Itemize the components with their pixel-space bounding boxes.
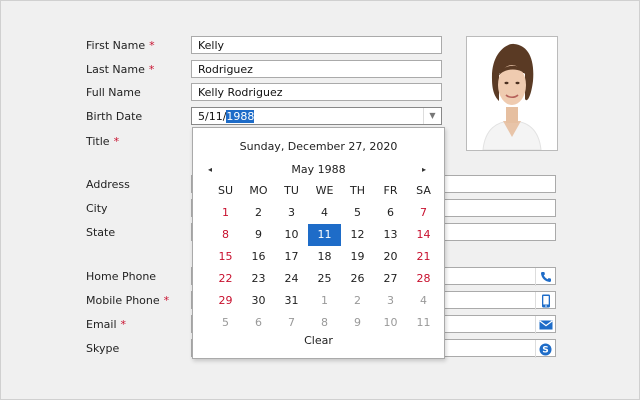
- envelope-icon[interactable]: [535, 316, 555, 334]
- home-phone-label: Home Phone: [86, 270, 157, 283]
- birth-date-selection: 1988: [226, 110, 255, 123]
- phone-icon[interactable]: [535, 268, 555, 286]
- weekday-header: FR: [383, 184, 398, 197]
- calendar-day[interactable]: 13: [374, 224, 407, 246]
- calendar-day[interactable]: 9: [242, 224, 275, 246]
- calendar-day[interactable]: 6: [374, 202, 407, 224]
- calendar-day[interactable]: 23: [242, 268, 275, 290]
- calendar-week-row: 5 6 7 8 9 10 11: [209, 312, 440, 334]
- title-label: Title *: [86, 135, 120, 148]
- calendar-day-other-month[interactable]: 3: [374, 290, 407, 312]
- calendar-day-selected[interactable]: 11: [308, 224, 341, 246]
- calendar-day[interactable]: 5: [341, 202, 374, 224]
- calendar-day[interactable]: 10: [275, 224, 308, 246]
- next-month-icon[interactable]: ▸: [422, 162, 426, 178]
- calendar-day[interactable]: 18: [308, 246, 341, 268]
- email-label: Email *: [86, 318, 127, 331]
- calendar-day[interactable]: 27: [374, 268, 407, 290]
- calendar-week-row: 1234567: [209, 202, 440, 224]
- calendar-day[interactable]: 22: [209, 268, 242, 290]
- calendar-day[interactable]: 15: [209, 246, 242, 268]
- weekday-header: TH: [350, 184, 365, 197]
- calendar-day[interactable]: 7: [407, 202, 440, 224]
- calendar-day[interactable]: 2: [242, 202, 275, 224]
- calendar-day-other-month[interactable]: 2: [341, 290, 374, 312]
- svg-text:S: S: [542, 345, 548, 355]
- calendar-grid: SU MO TU WE TH FR SA 1 2 3 4 5 6 7 8 9 10 11 12 13 14 15 16 17 1…: [209, 180, 440, 334]
- chevron-down-icon: ▼: [429, 111, 436, 120]
- calendar-week-row: 15 16 17 18 19 20 21: [209, 246, 440, 268]
- month-navigation: ◂ May 1988 ▸: [193, 162, 444, 178]
- calendar-day[interactable]: 25: [308, 268, 341, 290]
- calendar-day-other-month[interactable]: 9: [341, 312, 374, 334]
- date-picker-popup[interactable]: Sunday, December 27, 2020 ◂ May 1988 ▸ S…: [192, 127, 445, 359]
- today-date-button[interactable]: Sunday, December 27, 2020: [193, 140, 444, 153]
- calendar-day[interactable]: 14: [407, 224, 440, 246]
- calendar-day[interactable]: 28: [407, 268, 440, 290]
- calendar-day[interactable]: 8: [209, 224, 242, 246]
- calendar-day[interactable]: 20: [374, 246, 407, 268]
- calendar-day-other-month[interactable]: 8: [308, 312, 341, 334]
- calendar-day[interactable]: 12: [341, 224, 374, 246]
- calendar-day-other-month[interactable]: 1: [308, 290, 341, 312]
- birth-date-input[interactable]: 5/11/1988 ▼: [191, 107, 442, 125]
- skype-label: Skype: [86, 342, 120, 355]
- calendar-day-other-month[interactable]: 6: [242, 312, 275, 334]
- weekday-header: SU: [217, 184, 234, 197]
- weekday-header-row: SU MO TU WE TH FR SA: [209, 180, 440, 202]
- form-panel: First Name * Last Name * Full Name Birth D…: [0, 0, 640, 400]
- last-name-label: Last Name *: [86, 63, 155, 76]
- calendar-day[interactable]: 31: [275, 290, 308, 312]
- first-name-label: First Name *: [86, 39, 155, 52]
- calendar-day[interactable]: 29: [209, 290, 242, 312]
- full-name-label: Full Name: [86, 86, 141, 99]
- calendar-day[interactable]: 26: [341, 268, 374, 290]
- calendar-day-other-month[interactable]: 7: [275, 312, 308, 334]
- calendar-day-other-month[interactable]: 5: [209, 312, 242, 334]
- calendar-week-row: 22 23 24 25 26 27 28: [209, 268, 440, 290]
- weekday-header: MO: [249, 184, 268, 197]
- calendar-day[interactable]: 3: [275, 202, 308, 224]
- profile-photo[interactable]: [466, 36, 558, 151]
- calendar-day[interactable]: 1: [209, 202, 242, 224]
- calendar-day-other-month[interactable]: 11: [407, 312, 440, 334]
- clear-button[interactable]: Clear: [193, 334, 444, 347]
- weekday-header: SA: [416, 184, 431, 197]
- mobile-phone-label: Mobile Phone *: [86, 294, 170, 307]
- mobile-icon[interactable]: [535, 292, 555, 310]
- calendar-day-other-month[interactable]: 4: [407, 290, 440, 312]
- calendar-day[interactable]: 21: [407, 246, 440, 268]
- calendar-day[interactable]: 16: [242, 246, 275, 268]
- city-label: City: [86, 202, 108, 215]
- calendar-day[interactable]: 4: [308, 202, 341, 224]
- state-label: State: [86, 226, 116, 239]
- calendar-week-row: 29 30 31 1 2 3 4: [209, 290, 440, 312]
- birth-date-dropdown-button[interactable]: ▼: [423, 108, 441, 124]
- last-name-input[interactable]: Rodriguez: [191, 60, 442, 78]
- first-name-input[interactable]: Kelly: [191, 36, 442, 54]
- calendar-day[interactable]: 24: [275, 268, 308, 290]
- weekday-header: TU: [284, 184, 299, 197]
- calendar-week-row: 8 9 10 11 12 13 14: [209, 224, 440, 246]
- calendar-day-other-month[interactable]: 10: [374, 312, 407, 334]
- calendar-day[interactable]: 19: [341, 246, 374, 268]
- address-label: Address: [86, 178, 130, 191]
- calendar-day[interactable]: 30: [242, 290, 275, 312]
- skype-icon[interactable]: S: [535, 340, 555, 358]
- birth-date-label: Birth Date: [86, 110, 143, 123]
- birth-date-text: 5/11/: [198, 110, 227, 123]
- full-name-input[interactable]: Kelly Rodriguez: [191, 83, 442, 101]
- weekday-header: WE: [315, 184, 334, 197]
- calendar-day[interactable]: 17: [275, 246, 308, 268]
- month-year-label[interactable]: May 1988: [193, 162, 444, 178]
